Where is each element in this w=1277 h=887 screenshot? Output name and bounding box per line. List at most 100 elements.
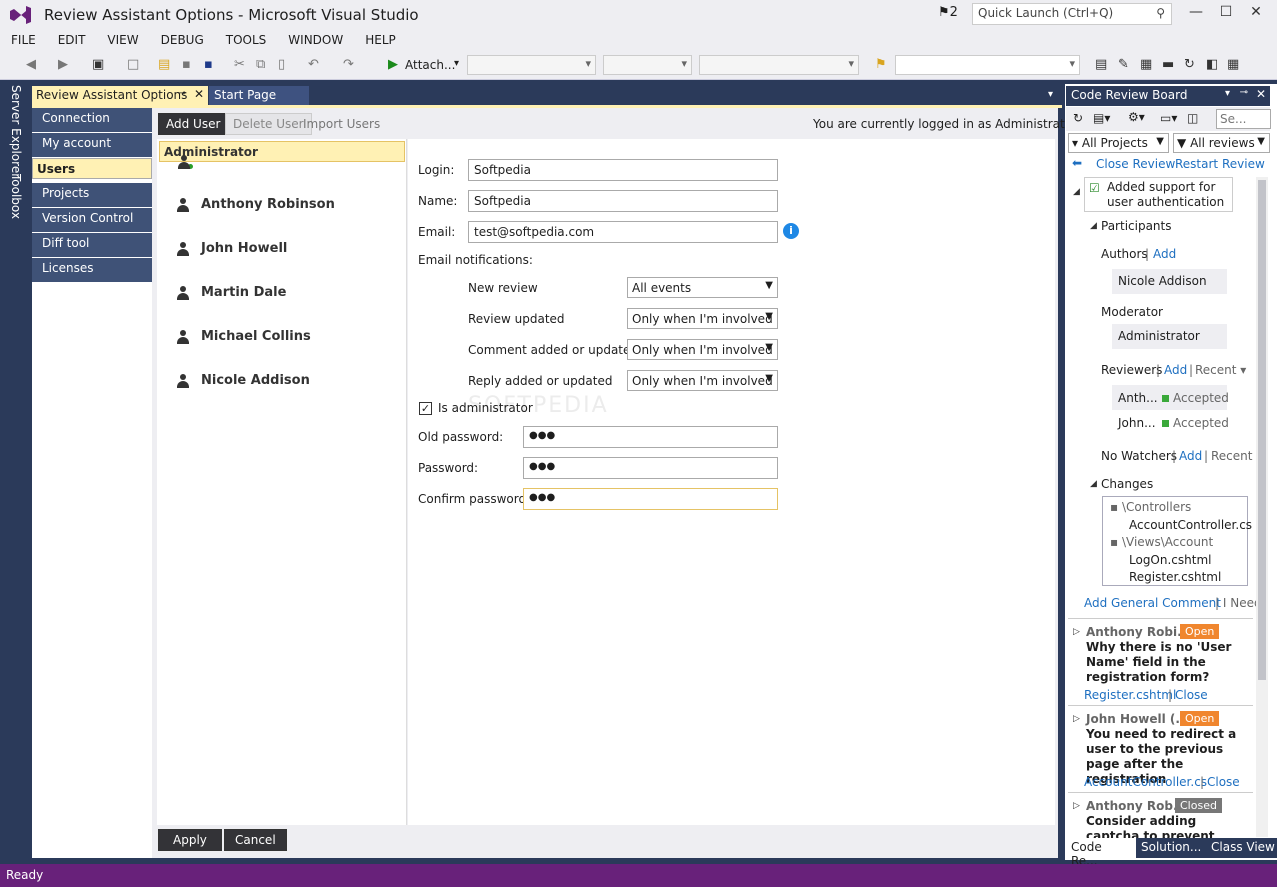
menu-file[interactable]: FILE xyxy=(11,30,36,47)
paste-icon[interactable]: ▯ xyxy=(278,57,285,72)
minimize-button[interactable]: — xyxy=(1183,4,1209,24)
new-project-icon[interactable]: ▣ xyxy=(92,57,104,72)
file-accountcontroller[interactable]: AccountController.cs xyxy=(1129,518,1252,532)
server-explorer-tab[interactable]: Server Explorer xyxy=(9,85,23,178)
collapse-icon[interactable]: ◢ xyxy=(1073,187,1080,197)
redo-icon[interactable]: ↷ xyxy=(343,57,354,72)
scrollbar-thumb[interactable] xyxy=(1258,180,1266,680)
pin-icon[interactable]: ⊸ xyxy=(1240,87,1248,98)
menu-debug[interactable]: DEBUG xyxy=(161,30,204,47)
recent-reviewers-dropdown[interactable]: Recent ▾ xyxy=(1195,363,1246,377)
user-item-michael-collins[interactable]: Michael Collins xyxy=(159,317,405,359)
tab-solution[interactable]: Solution... xyxy=(1141,840,1201,854)
user-item-john-howell[interactable]: John Howell xyxy=(159,229,405,271)
gear-icon[interactable]: ⚙▾ xyxy=(1128,110,1145,124)
old-password-input[interactable]: ●●● xyxy=(523,426,778,448)
startup-combo[interactable] xyxy=(699,55,859,75)
nav-users[interactable]: Users xyxy=(32,158,152,179)
cut-icon[interactable]: ✂ xyxy=(234,57,245,72)
tool-icon-3[interactable]: ▦ xyxy=(1140,57,1152,72)
tab-review-assistant-options[interactable]: Review Assistant Options ⊸ ✕ xyxy=(32,86,208,106)
notifications[interactable]: ⚑2 xyxy=(938,5,958,20)
close-window-button[interactable]: ✕ xyxy=(1243,4,1269,24)
login-input[interactable]: Softpedia xyxy=(468,159,778,181)
password-input[interactable]: ●●● xyxy=(523,457,778,479)
tab-overflow-icon[interactable]: ▾ xyxy=(1048,89,1053,100)
comment-1-close-link[interactable]: Close xyxy=(1175,688,1208,702)
apply-button[interactable]: Apply xyxy=(158,829,222,851)
notif-reply-select[interactable]: Only when I'm involved ▼ xyxy=(627,370,778,391)
menu-window[interactable]: WINDOW xyxy=(288,30,343,47)
quick-launch-input[interactable]: Quick Launch (Ctrl+Q) ⚲ xyxy=(972,3,1172,25)
notif-comment-select[interactable]: Only when I'm involved ▼ xyxy=(627,339,778,360)
i-need-link[interactable]: | I Need xyxy=(1215,596,1262,610)
back-icon[interactable]: ◀ xyxy=(26,57,36,72)
back-arrow-icon[interactable]: ⬅ xyxy=(1072,156,1082,170)
projects-filter[interactable]: ▾ All Projects ▼ xyxy=(1068,133,1169,153)
expand-icon[interactable]: ▷ xyxy=(1073,801,1080,811)
recent-watchers-link[interactable]: Recent xyxy=(1211,449,1252,463)
name-input[interactable]: Softpedia xyxy=(468,190,778,212)
nav-licenses[interactable]: Licenses xyxy=(32,258,152,282)
board-search-input[interactable]: Se... xyxy=(1216,109,1271,129)
notif-review-updated-select[interactable]: Only when I'm involved ▼ xyxy=(627,308,778,329)
tool-icon-7[interactable]: ▦ xyxy=(1227,57,1239,72)
cancel-button[interactable]: Cancel xyxy=(224,829,287,851)
comment-1-file-link[interactable]: Register.cshtml xyxy=(1084,688,1176,702)
user-item-martin-dale[interactable]: Martin Dale xyxy=(159,273,405,315)
user-item-nicole-addison[interactable]: Nicole Addison xyxy=(159,361,405,403)
solution-config-combo[interactable] xyxy=(467,55,596,75)
info-icon[interactable]: i xyxy=(783,223,799,239)
comment-2-close-link[interactable]: Close xyxy=(1207,775,1240,789)
add-user-button[interactable]: Add User xyxy=(158,113,229,135)
tool-icon-1[interactable]: ▤ xyxy=(1095,57,1107,72)
refresh-icon[interactable]: ↻ xyxy=(1073,111,1083,125)
new-review-icon[interactable]: ▤▾ xyxy=(1093,111,1110,125)
start-icon[interactable]: ▶ xyxy=(388,57,398,72)
tab-code-review[interactable]: Code Re... xyxy=(1066,838,1136,868)
import-users-button[interactable]: Import Users xyxy=(303,117,380,131)
user-item-administrator[interactable]: Administrator xyxy=(159,141,405,170)
maximize-button[interactable]: ☐ xyxy=(1213,4,1239,24)
tab-start-page[interactable]: Start Page xyxy=(209,86,309,106)
email-input[interactable]: test@softpedia.com xyxy=(468,221,778,243)
add-watcher-link[interactable]: Add xyxy=(1179,449,1202,463)
add-item-icon[interactable]: □ xyxy=(127,57,139,72)
folder-views-account[interactable]: ▪ \Views\Account xyxy=(1110,535,1213,549)
is-admin-checkbox[interactable]: ✓ xyxy=(419,402,432,415)
tool-icon-4[interactable]: ▬ xyxy=(1162,57,1174,72)
file-logon[interactable]: LogOn.cshtml xyxy=(1129,553,1211,567)
collapse-icon[interactable]: ◢ xyxy=(1090,479,1097,489)
refresh-icon[interactable]: ↻ xyxy=(1184,57,1195,72)
reviews-filter[interactable]: ▼ All reviews ▼ xyxy=(1173,133,1270,153)
notif-new-review-select[interactable]: All events ▼ xyxy=(627,277,778,298)
close-panel-icon[interactable]: ✕ xyxy=(1256,87,1266,101)
save-icon[interactable]: ▪ xyxy=(182,57,191,72)
comment-2-file-link[interactable]: AccountController.cs xyxy=(1084,775,1207,789)
close-tab-icon[interactable]: ✕ xyxy=(194,87,204,101)
toolbox-tab[interactable]: Toolbox xyxy=(9,174,23,219)
pin-icon[interactable]: ⊸ xyxy=(178,88,186,99)
close-review-link[interactable]: Close Review xyxy=(1096,157,1175,171)
dropdown-icon[interactable]: ▾ xyxy=(1225,88,1230,99)
nav-diff-tool[interactable]: Diff tool xyxy=(32,233,152,257)
attach-button[interactable]: Attach... xyxy=(405,58,455,72)
platform-combo[interactable] xyxy=(603,55,692,75)
window-icon[interactable]: ◫ xyxy=(1187,111,1198,125)
nav-connection[interactable]: Connection xyxy=(32,108,152,132)
collapse-icon[interactable]: ◢ xyxy=(1090,221,1097,231)
add-author-link[interactable]: Add xyxy=(1153,247,1176,261)
menu-edit[interactable]: EDIT xyxy=(58,30,86,47)
confirm-password-input[interactable]: ●●● xyxy=(523,488,778,510)
nav-version-control[interactable]: Version Control xyxy=(32,208,152,232)
restart-review-link[interactable]: Restart Review xyxy=(1175,157,1265,171)
user-item-anthony-robinson[interactable]: Anthony Robinson xyxy=(159,185,405,227)
layout-icon[interactable]: ▭▾ xyxy=(1160,111,1177,125)
expand-icon[interactable]: ▷ xyxy=(1073,714,1080,724)
find-icon[interactable]: ⚑ xyxy=(875,57,887,72)
add-general-comment-link[interactable]: Add General Comment xyxy=(1084,596,1221,610)
undo-icon[interactable]: ↶ xyxy=(308,57,319,72)
attach-dropdown-icon[interactable]: ▾ xyxy=(454,58,459,69)
expand-icon[interactable]: ▷ xyxy=(1073,627,1080,637)
wrench-icon[interactable]: ✎ xyxy=(1118,57,1129,72)
